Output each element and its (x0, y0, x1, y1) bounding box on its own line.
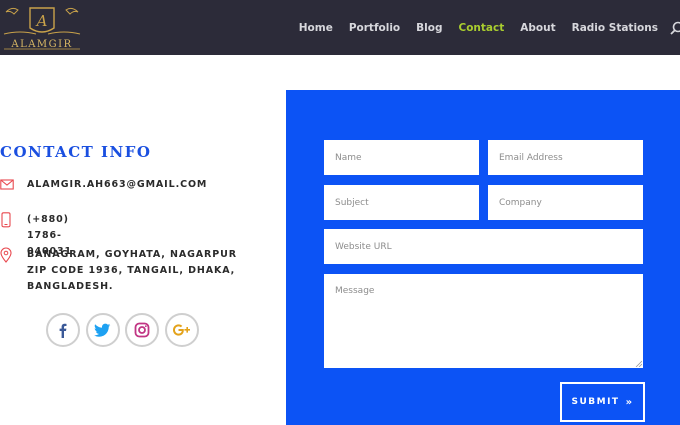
nav-item-blog[interactable]: Blog (416, 22, 442, 34)
google-plus-button[interactable] (164, 313, 199, 347)
site-logo[interactable]: A ALAMGIR (0, 4, 84, 52)
name-input[interactable] (324, 140, 479, 175)
nav-item-about[interactable]: About (520, 22, 555, 34)
nav-item-portfolio[interactable]: Portfolio (349, 22, 400, 34)
twitter-icon (94, 323, 111, 337)
site-header: A ALAMGIR Home Portfolio Blog Contact Ab… (0, 0, 680, 55)
twitter-button[interactable] (85, 313, 120, 347)
instagram-button[interactable] (125, 313, 159, 347)
website-url-input[interactable] (324, 229, 643, 264)
nav-item-home[interactable]: Home (299, 22, 333, 34)
main-nav: Home Portfolio Blog Contact About Radio … (283, 0, 680, 55)
google-plus-icon (172, 324, 190, 336)
map-pin-icon (0, 247, 12, 263)
social-links (46, 313, 204, 347)
subject-input[interactable] (324, 185, 479, 220)
contact-form-panel: SUBMIT » (286, 90, 680, 425)
contact-address: BANAGRAM, GOYHATA, NAGARPUR ZIP CODE 193… (27, 249, 237, 292)
nav-item-radio-stations[interactable]: Radio Stations (572, 22, 658, 34)
mobile-phone-icon (1, 212, 11, 228)
facebook-button[interactable] (46, 313, 80, 347)
resize-handle-icon[interactable] (635, 360, 642, 367)
envelope-icon (0, 179, 14, 190)
search-icon[interactable] (670, 21, 680, 35)
nav-item-contact[interactable]: Contact (459, 22, 505, 34)
message-textarea[interactable] (324, 274, 643, 368)
chevron-right-icon: » (625, 396, 634, 408)
company-input[interactable] (488, 185, 643, 220)
email-input[interactable] (488, 140, 643, 175)
contact-email[interactable]: ALAMGIR.AH663@GMAIL.COM (27, 177, 207, 193)
submit-label: SUBMIT (571, 397, 620, 407)
submit-button[interactable]: SUBMIT » (560, 382, 645, 422)
contact-info-title: CONTACT INFO (0, 143, 152, 161)
instagram-icon (134, 322, 150, 338)
logo-wordmark: ALAMGIR (10, 39, 72, 50)
facebook-icon (59, 323, 67, 338)
logo-monogram: A (35, 12, 48, 30)
